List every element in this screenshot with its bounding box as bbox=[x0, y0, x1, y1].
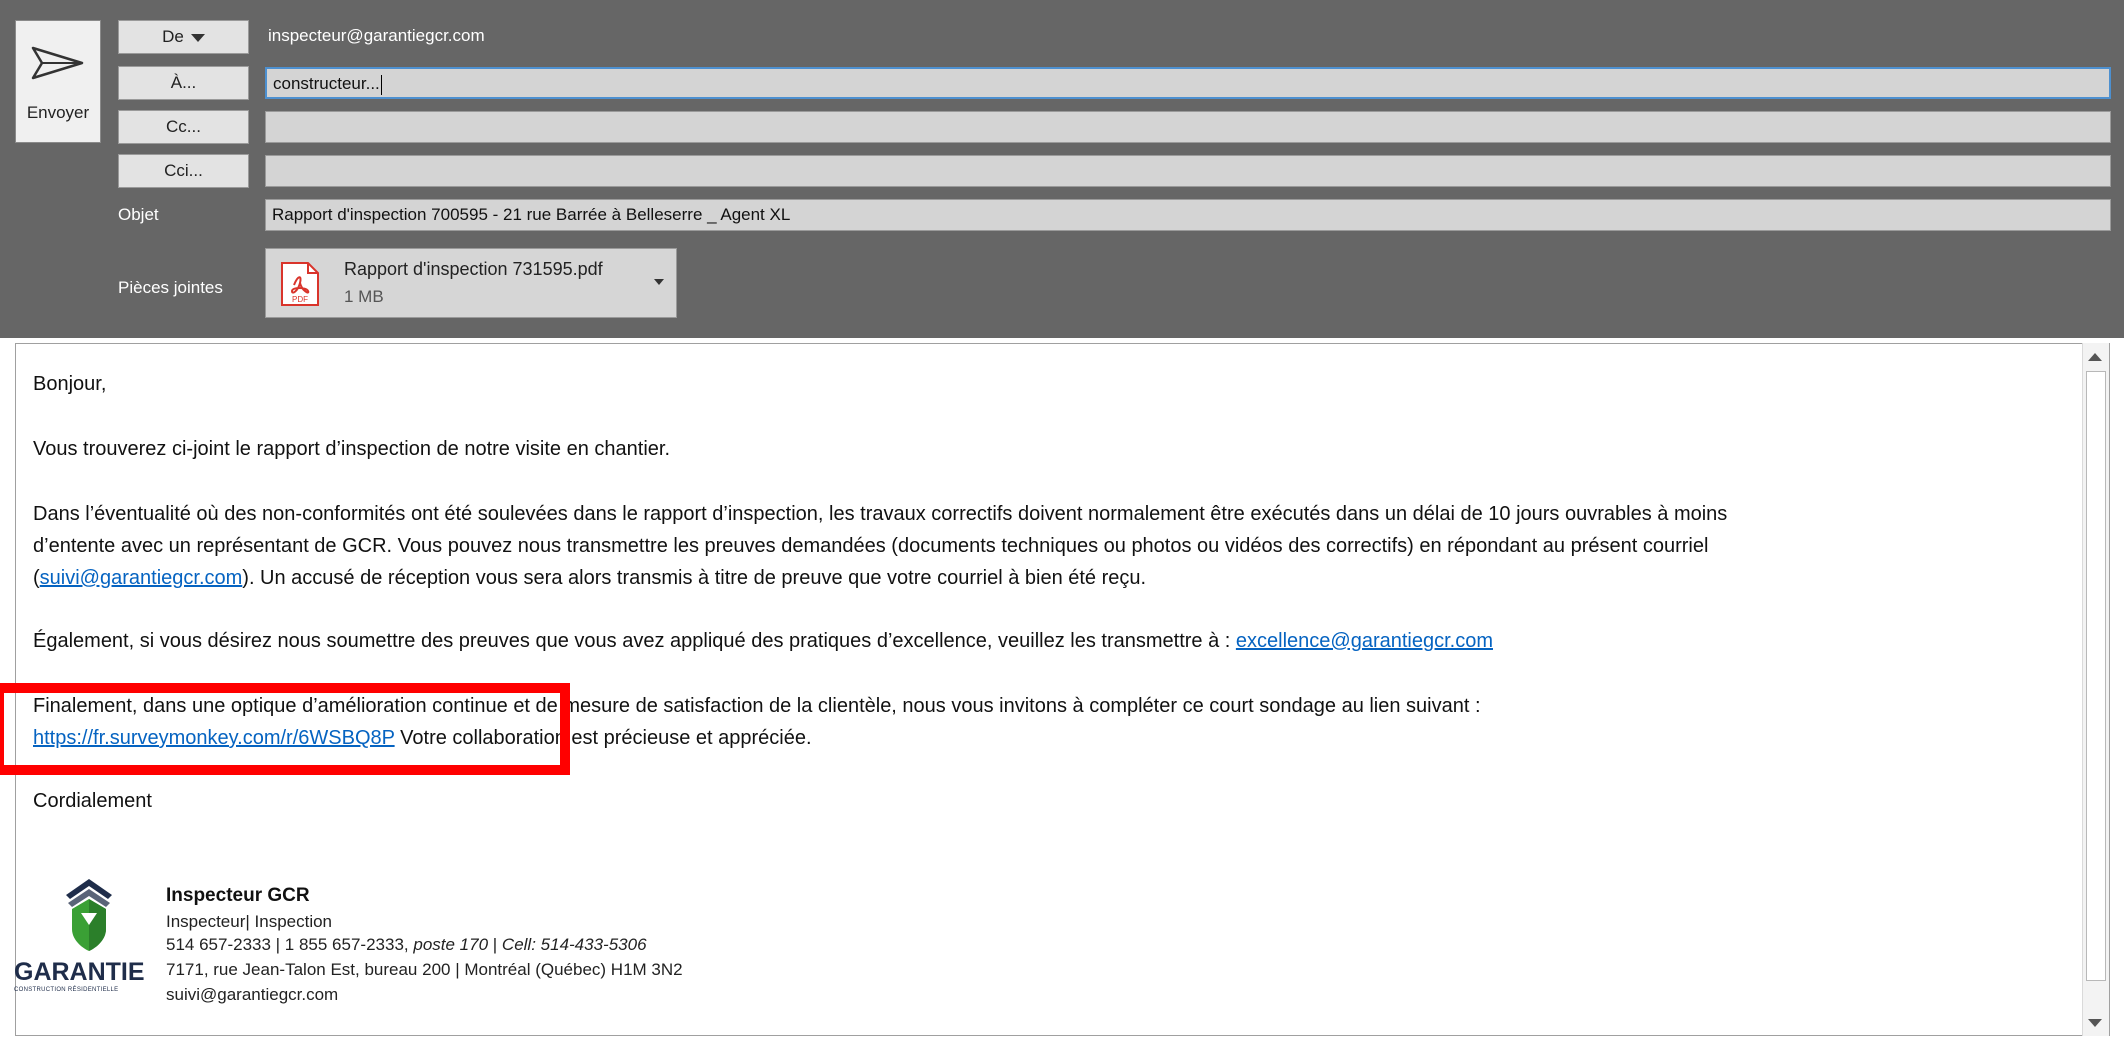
excellence-email-link[interactable]: excellence@garantiegcr.com bbox=[1236, 630, 1493, 652]
attachment-dropdown-icon[interactable] bbox=[654, 279, 664, 285]
subject-field[interactable]: Rapport d'inspection 700595 - 21 rue Bar… bbox=[265, 199, 2111, 231]
cc-button[interactable]: Cc... bbox=[118, 110, 249, 144]
vertical-scrollbar[interactable] bbox=[2082, 343, 2109, 1036]
attachment-size: 1 MB bbox=[344, 287, 384, 306]
signature-title: Inspecteur| Inspection bbox=[166, 912, 333, 931]
scroll-down-icon[interactable] bbox=[2088, 1019, 2102, 1027]
garantie-logo-text: GARANTIE bbox=[14, 958, 145, 986]
signature-phone-ext: poste 170 bbox=[413, 935, 489, 954]
paragraph-4-line-2-text: Votre collaboration est précieuse et app… bbox=[394, 727, 812, 749]
pdf-icon-label: PDF bbox=[292, 295, 308, 304]
signature-email: suivi@garantiegcr.com bbox=[166, 985, 339, 1004]
from-button[interactable]: De bbox=[118, 20, 249, 54]
pdf-file-icon: PDF bbox=[281, 262, 319, 306]
garantie-logo-subtitle: CONSTRUCTION RÉSIDENTIELLE bbox=[14, 987, 119, 993]
attachment-item[interactable]: PDF Rapport d'inspection 731595.pdf 1 MB bbox=[265, 248, 677, 318]
paragraph-4-line-1: Finalement, dans une optique d’améliorat… bbox=[33, 695, 1481, 717]
paragraph-2-line-1: Dans l’éventualité où des non-conformité… bbox=[33, 503, 1728, 525]
attachment-name: Rapport d'inspection 731595.pdf bbox=[344, 259, 603, 279]
paren-open: ( bbox=[33, 567, 40, 589]
paragraph-2-line-3: (suivi@garantiegcr.com). Un accusé de ré… bbox=[33, 567, 1146, 590]
signature-phone-main: 514 657-2333 | 1 855 657-2333, bbox=[166, 935, 414, 954]
scrollbar-thumb[interactable] bbox=[2086, 371, 2106, 981]
signature-name: Inspecteur GCR bbox=[166, 885, 310, 906]
send-button[interactable]: Envoyer bbox=[15, 20, 101, 143]
paragraph-2-line-2: d’entente avec un représentant de GCR. V… bbox=[33, 535, 1709, 557]
signature-phone-sep: | bbox=[488, 935, 502, 954]
attachments-label: Pièces jointes bbox=[118, 278, 223, 297]
garantie-house-logo-icon bbox=[66, 879, 112, 951]
chevron-down-icon bbox=[190, 33, 205, 42]
survey-link[interactable]: https://fr.surveymonkey.com/r/6WSBQ8P bbox=[33, 727, 395, 749]
paragraph-4-line-2: https://fr.surveymonkey.com/r/6WSBQ8P Vo… bbox=[33, 727, 812, 750]
cc-field[interactable] bbox=[265, 111, 2111, 143]
send-icon bbox=[31, 46, 84, 80]
to-field[interactable]: constructeur... bbox=[265, 67, 2111, 99]
paragraph-2-line-3-text: ). Un accusé de réception vous sera alor… bbox=[242, 567, 1147, 589]
signature-phone-cell: Cell: 514-433-5306 bbox=[501, 935, 647, 954]
closing: Cordialement bbox=[33, 790, 152, 812]
signature-address: 7171, rue Jean-Talon Est, bureau 200 | M… bbox=[166, 960, 683, 979]
text-cursor bbox=[380, 74, 382, 95]
from-button-label: De bbox=[162, 27, 184, 46]
subject-label: Objet bbox=[118, 205, 159, 224]
paragraph-1: Vous trouverez ci-joint le rapport d’ins… bbox=[33, 438, 671, 460]
send-label: Envoyer bbox=[26, 103, 90, 122]
bcc-field[interactable] bbox=[265, 155, 2111, 187]
from-address: inspecteur@garantiegcr.com bbox=[268, 26, 485, 45]
greeting: Bonjour, bbox=[33, 373, 107, 395]
paragraph-3-text: Également, si vous désirez nous soumettr… bbox=[33, 630, 1236, 652]
to-field-value: constructeur... bbox=[273, 74, 380, 93]
suivi-email-link[interactable]: suivi@garantiegcr.com bbox=[40, 567, 243, 589]
to-button[interactable]: À... bbox=[118, 66, 249, 100]
scroll-up-icon[interactable] bbox=[2088, 353, 2102, 361]
signature-phone: 514 657-2333 | 1 855 657-2333, poste 170… bbox=[166, 935, 647, 955]
paragraph-3: Également, si vous désirez nous soumettr… bbox=[33, 630, 1493, 653]
bcc-button[interactable]: Cci... bbox=[118, 154, 249, 188]
